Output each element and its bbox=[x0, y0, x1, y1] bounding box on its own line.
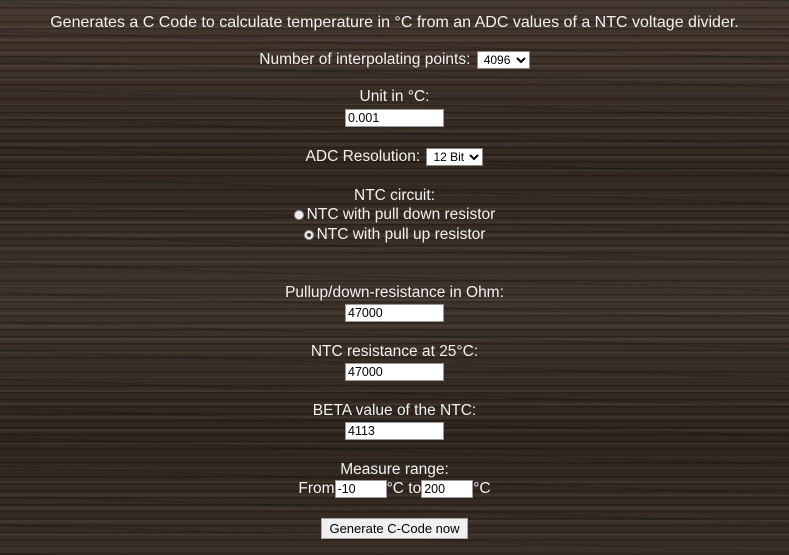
unit-input[interactable] bbox=[345, 108, 444, 127]
ntc-resistance-label: NTC resistance at 25°C: bbox=[310, 343, 479, 360]
circuit-label: NTC circuit: bbox=[354, 187, 435, 204]
circuit-option-pulldown-row: NTC with pull down resistor bbox=[0, 205, 789, 226]
pull-resistance-label: Pullup/down-resistance in Ohm: bbox=[285, 284, 504, 301]
ntc-generator-form: Generates a C Code to calculate temperat… bbox=[0, 0, 789, 555]
beta-input[interactable] bbox=[345, 421, 444, 440]
range-from-input[interactable] bbox=[334, 479, 387, 498]
pull-resistance-input[interactable] bbox=[345, 303, 444, 322]
adc-resolution-select[interactable]: 12 Bit bbox=[426, 147, 484, 166]
range-to-label: °C to bbox=[386, 480, 422, 497]
range-from-label: From bbox=[298, 480, 335, 497]
adc-label: ADC Resolution: bbox=[305, 148, 421, 165]
radio-pull-up-dot[interactable] bbox=[303, 230, 314, 240]
beta-label: BETA value of the NTC: bbox=[312, 402, 477, 419]
circuit-option-pullup-row: NTC with pull up resistor bbox=[0, 225, 789, 246]
page-description: Generates a C Code to calculate temperat… bbox=[50, 14, 739, 31]
radio-pull-down-label: NTC with pull down resistor bbox=[306, 206, 496, 223]
generate-button[interactable]: Generate C-Code now bbox=[321, 518, 468, 539]
interpolation-row: Number of interpolating points: 4096 bbox=[0, 50, 789, 70]
unit-label: Unit in °C: bbox=[359, 88, 430, 105]
unit-row bbox=[0, 108, 789, 128]
range-row: From °C to °C bbox=[0, 479, 789, 499]
interpolation-select[interactable]: 4096 bbox=[476, 50, 530, 69]
ntc-resistance-input[interactable] bbox=[345, 362, 444, 381]
radio-pull-down[interactable]: NTC with pull down resistor bbox=[293, 205, 496, 225]
range-unit-label: °C bbox=[473, 480, 491, 497]
interpolation-label: Number of interpolating points: bbox=[259, 51, 471, 68]
range-label: Measure range: bbox=[340, 461, 449, 478]
pull-resistance-row bbox=[0, 303, 789, 323]
generate-row: Generate C-Code now bbox=[0, 518, 789, 539]
range-to-input[interactable] bbox=[421, 479, 474, 498]
radio-pull-up-label: NTC with pull up resistor bbox=[316, 226, 486, 243]
beta-row bbox=[0, 421, 789, 441]
adc-row: ADC Resolution: 12 Bit bbox=[0, 147, 789, 167]
ntc-resistance-row bbox=[0, 362, 789, 382]
radio-pull-up[interactable]: NTC with pull up resistor bbox=[303, 225, 486, 245]
radio-pull-down-dot[interactable] bbox=[293, 210, 304, 220]
